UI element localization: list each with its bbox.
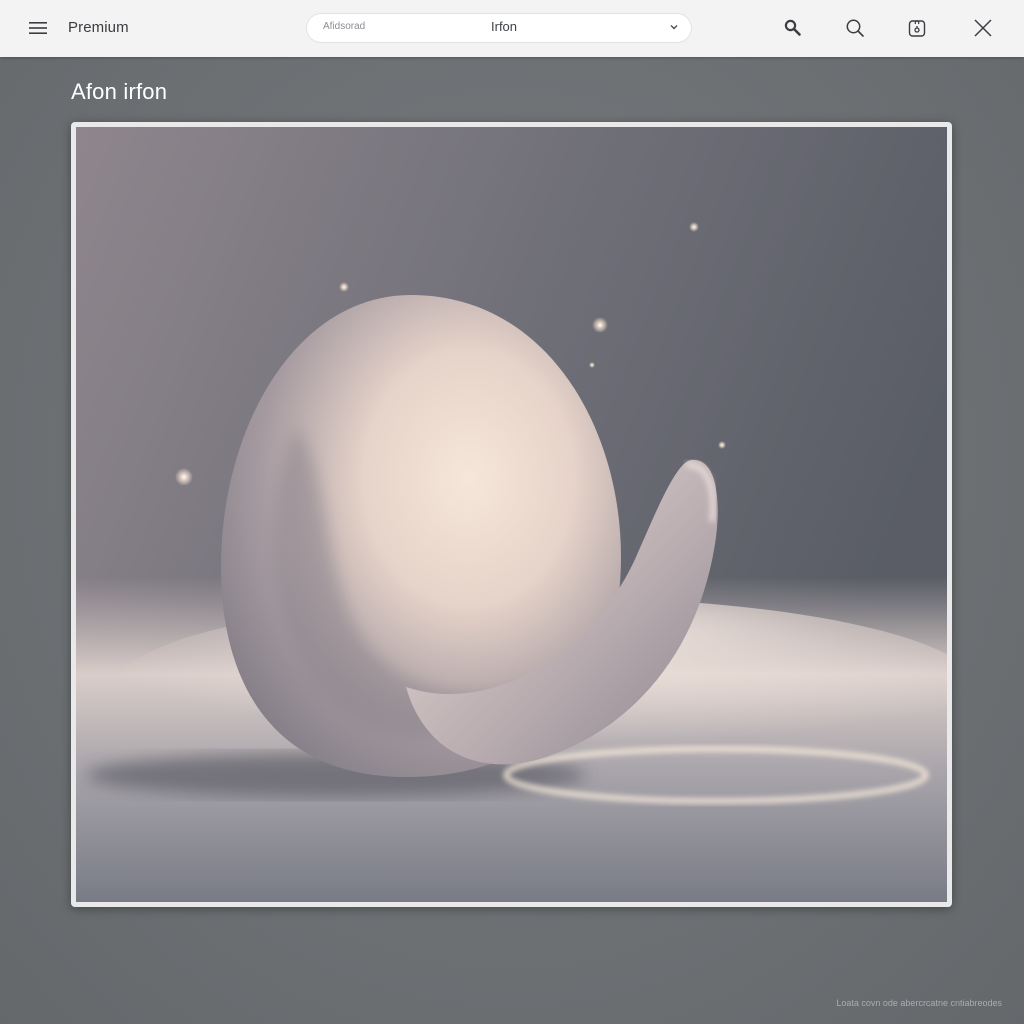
footer-note: Loata covn ode abercrcatne cntiabreodes	[836, 998, 1002, 1008]
close-button[interactable]	[965, 10, 1001, 46]
image-preview-frame	[71, 122, 952, 907]
search-icon	[846, 19, 864, 37]
page-title: Afon irfon	[71, 79, 168, 104]
magnify-button[interactable]	[775, 10, 811, 46]
dropdown-selected-value: Irfon	[491, 19, 518, 34]
hamburger-menu-icon	[29, 22, 47, 34]
lock-button[interactable]	[899, 10, 935, 46]
close-icon	[974, 19, 992, 37]
top-toolbar: Premium Afidsorad Irfon	[0, 0, 1024, 57]
source-dropdown[interactable]: Afidsorad Irfon	[306, 13, 692, 43]
dropdown-left-label: Afidsorad	[323, 21, 366, 32]
magnify-icon	[784, 19, 801, 36]
app-title: Premium	[68, 19, 129, 36]
lock-icon	[908, 20, 926, 37]
search-button[interactable]	[837, 10, 873, 46]
app-window: Premium Afidsorad Irfon Afon irfon Loata…	[0, 0, 1024, 1024]
rendered-artwork	[76, 127, 947, 902]
menu-button[interactable]	[20, 10, 56, 46]
chevron-down-icon	[670, 25, 678, 30]
